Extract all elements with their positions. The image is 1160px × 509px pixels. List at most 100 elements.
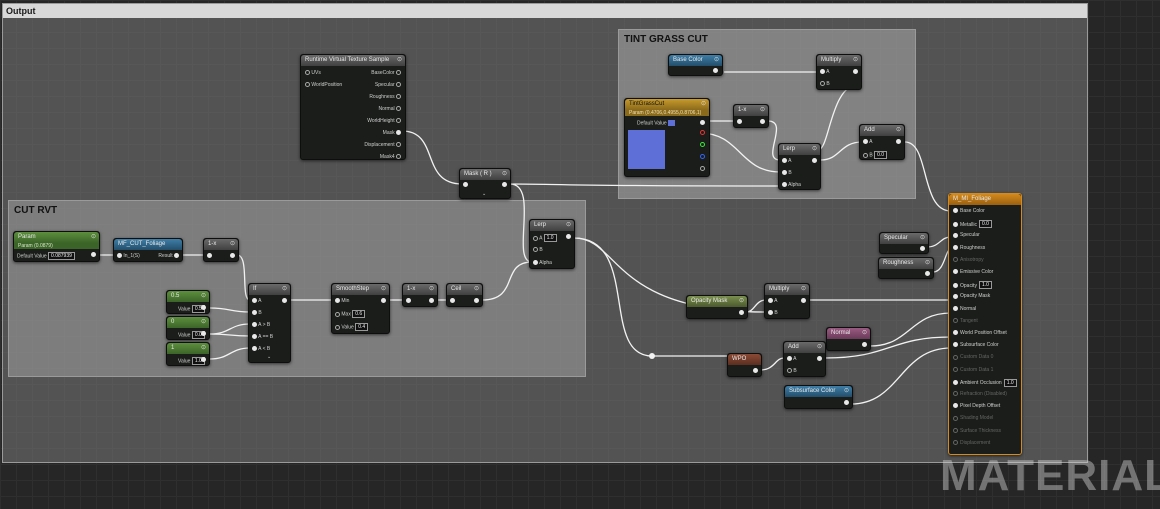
input-pin-b[interactable]: B: [820, 81, 830, 87]
chevron-icon[interactable]: ⊙: [91, 232, 96, 243]
input-pin-a[interactable]: A: [768, 298, 777, 304]
material-input-pin[interactable]: World Position Offset: [953, 330, 1007, 336]
node-component-mask[interactable]: Mask ( R ) ⊙ ⌄: [459, 168, 511, 199]
output-pin[interactable]: [925, 271, 930, 277]
output-pin[interactable]: [753, 368, 758, 374]
input-pin-a[interactable]: A: [863, 139, 872, 145]
material-input-pin[interactable]: Surface Thickness: [953, 428, 1001, 434]
input-pin-a-gt-b[interactable]: A > B: [252, 322, 270, 328]
material-input-pin[interactable]: Displacement: [953, 440, 990, 446]
chevron-icon[interactable]: ⊙: [201, 291, 206, 302]
input-pin-min[interactable]: Min: [335, 298, 349, 304]
material-input-pin[interactable]: Specular: [953, 232, 980, 238]
material-input-pin[interactable]: Metallic 0.0: [953, 220, 992, 229]
chevron-icon[interactable]: ⊙: [760, 105, 765, 116]
output-pin-mask4[interactable]: Mask4: [380, 154, 401, 160]
input-pin-alpha[interactable]: Alpha: [533, 260, 552, 266]
chevron-icon[interactable]: ⊙: [701, 99, 706, 110]
output-pin[interactable]: [739, 310, 744, 316]
material-input-pin[interactable]: Roughness: [953, 245, 985, 251]
output-pin[interactable]: [474, 298, 479, 304]
output-pin[interactable]: [896, 139, 901, 145]
node-add-bottom[interactable]: Add ⊙ A B: [783, 341, 826, 377]
chevron-icon[interactable]: ⊙: [201, 343, 206, 354]
material-input-pin[interactable]: Refraction (Disabled): [953, 391, 1007, 397]
material-input-pin[interactable]: Ambient Occlusion 1.0: [953, 378, 1017, 387]
node-opacity-mask-param[interactable]: Opacity Mask ⊙: [686, 295, 748, 319]
material-input-pin[interactable]: Base Color: [953, 208, 985, 214]
output-pin-rgb[interactable]: [700, 120, 705, 126]
node-roughness-param[interactable]: Roughness ⊙: [878, 257, 934, 279]
output-pin[interactable]: [920, 246, 925, 252]
input-pin-b[interactable]: B: [787, 368, 797, 374]
input-pin-a[interactable]: A: [820, 69, 829, 75]
output-pin-displacement[interactable]: Displacement: [364, 142, 401, 148]
input-pin[interactable]: [737, 119, 742, 125]
input-pin-a[interactable]: A: [787, 356, 796, 362]
node-constant-1[interactable]: 1 ⊙ Value 1.0: [166, 342, 210, 366]
chevron-icon[interactable]: ⊙: [862, 328, 867, 339]
node-specular-param[interactable]: Specular ⊙: [879, 232, 929, 254]
output-pin-basecolor[interactable]: BaseColor: [371, 70, 401, 76]
output-pin[interactable]: [230, 253, 235, 259]
node-subsurface-color-param[interactable]: Subsurface Color ⊙: [784, 385, 853, 409]
output-pin[interactable]: [760, 119, 765, 125]
material-input-pin[interactable]: Emissive Color: [953, 269, 993, 275]
node-if[interactable]: If ⊙ A B A > B A == B A < B ⌄: [248, 283, 291, 363]
node-material-result[interactable]: M_MI_Foliage Base Color Metallic 0.0 Specul…: [948, 193, 1022, 455]
node-one-minus-b[interactable]: 1-x ⊙: [402, 283, 438, 307]
input-pin-a[interactable]: A 1.0: [533, 234, 557, 242]
chevron-icon[interactable]: ⊙: [925, 258, 930, 269]
output-pin[interactable]: [429, 298, 434, 304]
node-base-color-param[interactable]: Base Color ⊙: [668, 54, 723, 76]
output-pin[interactable]: [201, 331, 206, 337]
output-pin[interactable]: [853, 69, 858, 75]
node-ceil[interactable]: Ceil ⊙: [446, 283, 483, 307]
material-input-pin[interactable]: Pixel Depth Offset: [953, 403, 1000, 409]
material-input-pin[interactable]: Shading Model: [953, 415, 993, 421]
output-pin[interactable]: [201, 357, 206, 363]
output-pin-normal[interactable]: Normal: [378, 106, 401, 112]
output-pin[interactable]: [862, 342, 867, 348]
node-multiply-bottom[interactable]: Multiply ⊙ A B: [764, 283, 810, 319]
input-pin-b[interactable]: B: [782, 170, 792, 176]
chevron-icon[interactable]: ⊙: [282, 284, 287, 295]
input-pin[interactable]: [463, 182, 468, 188]
output-pin[interactable]: [91, 252, 96, 258]
output-pin-worldheight[interactable]: WorldHeight: [367, 118, 401, 124]
material-input-pin[interactable]: Opacity Mask: [953, 293, 990, 299]
output-pin[interactable]: [201, 305, 206, 311]
node-mf-cut-foliage[interactable]: MF_CUT_Foliage In_1(S) Result: [113, 238, 183, 262]
output-pin-r[interactable]: [700, 130, 705, 136]
material-input-pin[interactable]: Opacity 1.0: [953, 281, 992, 290]
chevron-icon[interactable]: ⊙: [381, 284, 386, 295]
output-pin-g[interactable]: [700, 142, 705, 148]
node-multiply-top[interactable]: Multiply ⊙ A B: [816, 54, 862, 90]
node-param-scalar[interactable]: Param ⊙ Param (0.0879) Default Value 0.08…: [13, 231, 100, 262]
chevron-icon[interactable]: ⊙: [201, 317, 206, 328]
chevron-icon[interactable]: ⊙: [896, 125, 901, 136]
node-add-top[interactable]: Add ⊙ A B 0.0: [859, 124, 905, 160]
material-input-pin[interactable]: Subsurface Color: [953, 342, 999, 348]
input-pin-b[interactable]: B: [252, 310, 262, 316]
output-pin-a[interactable]: [700, 166, 705, 172]
input-pin-uvs[interactable]: UVs: [305, 70, 321, 76]
node-runtime-virtual-texture-sample[interactable]: Runtime Virtual Texture Sample ⊙ UVs Worl…: [300, 54, 406, 160]
output-pin-specular[interactable]: Specular: [375, 82, 401, 88]
output-pin[interactable]: [844, 400, 849, 406]
input-pin[interactable]: [207, 253, 212, 259]
node-tint-grass-cut-param[interactable]: TintGrassCut ⊙ Param (0.4706,0.4955,0.870…: [624, 98, 710, 177]
chevron-icon[interactable]: ⊙: [853, 55, 858, 66]
output-pin-roughness[interactable]: Roughness: [369, 94, 401, 100]
default-value-row[interactable]: Default Value: [637, 120, 676, 126]
output-pin-b[interactable]: [700, 154, 705, 160]
default-value-row[interactable]: Default Value 0.087939: [17, 252, 75, 260]
output-pin-mask[interactable]: Mask: [383, 130, 401, 136]
chevron-icon[interactable]: ⊙: [817, 342, 822, 353]
output-pin[interactable]: [713, 68, 718, 74]
input-pin-b[interactable]: B 0.0: [863, 151, 888, 159]
input-pin-alpha[interactable]: Alpha: [782, 182, 801, 188]
input-pin-a[interactable]: A: [252, 298, 261, 304]
node-wpo-param[interactable]: WPO: [727, 353, 762, 377]
material-input-pin[interactable]: Custom Data 1: [953, 367, 993, 373]
